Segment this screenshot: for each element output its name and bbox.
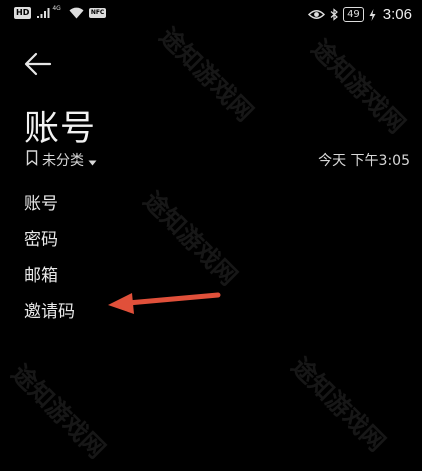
- battery-indicator: 49: [343, 7, 364, 22]
- chevron-down-icon: [88, 151, 97, 170]
- status-bar: HD 4G NFC 49 3:06: [0, 0, 422, 30]
- watermark-3: 途知游戏网: [137, 186, 243, 291]
- watermark-4: 途知游戏网: [5, 359, 111, 464]
- field-list: 账号 密码 邮箱 邀请码: [24, 191, 75, 335]
- bluetooth-icon: [330, 8, 338, 21]
- status-time: 3:06: [382, 6, 412, 23]
- charging-icon: [369, 8, 376, 21]
- hd-badge: HD: [14, 7, 32, 19]
- nfc-badge: NFC: [88, 8, 107, 18]
- back-button[interactable]: [18, 48, 58, 84]
- category-selector[interactable]: 未分类: [26, 150, 97, 170]
- arrow-left-icon: [24, 52, 52, 80]
- field-invite-code[interactable]: 邀请码: [24, 299, 75, 335]
- field-account[interactable]: 账号: [24, 191, 75, 227]
- red-arrow-pointer-icon: [104, 288, 224, 322]
- status-bar-right: 49 3:06: [308, 6, 412, 23]
- eye-icon: [308, 9, 326, 20]
- battery-level: 49: [347, 8, 360, 20]
- category-label: 未分类: [42, 153, 84, 169]
- note-timestamp: 今天 下午3:05: [318, 153, 410, 169]
- signal-icon: [36, 7, 50, 19]
- page-title: 账号: [24, 109, 97, 149]
- meta-row: 未分类 今天 下午3:05: [26, 150, 410, 170]
- network-type: 4G: [52, 4, 61, 12]
- watermark-5: 途知游戏网: [285, 352, 391, 457]
- status-bar-left: HD 4G NFC: [14, 4, 107, 19]
- bookmark-icon: [26, 150, 38, 170]
- field-password[interactable]: 密码: [24, 227, 75, 263]
- wifi-icon: [69, 7, 84, 19]
- field-email[interactable]: 邮箱: [24, 263, 75, 299]
- watermark-2: 途知游戏网: [305, 34, 411, 139]
- watermark-1: 途知游戏网: [153, 22, 259, 127]
